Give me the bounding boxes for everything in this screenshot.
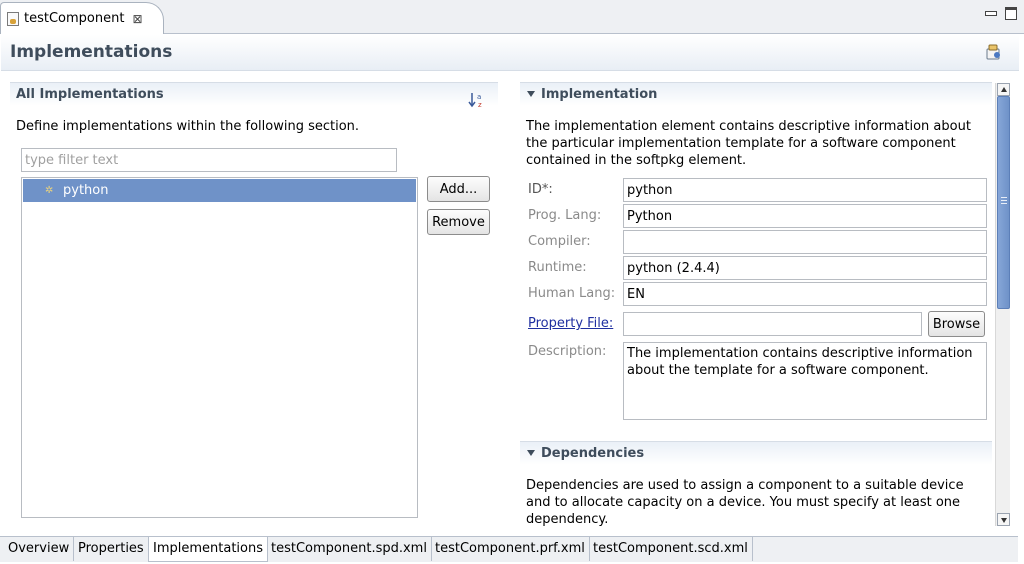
dependencies-description: Dependencies are used to assign a compon… — [526, 478, 964, 527]
help-icon[interactable] — [985, 43, 1003, 61]
all-implementations-title: All Implementations — [16, 87, 164, 102]
filter-input[interactable] — [21, 148, 397, 172]
prog-lang-label: Prog. Lang: — [528, 208, 602, 223]
collapse-triangle-icon[interactable] — [527, 91, 535, 97]
scroll-up-arrow-icon[interactable] — [997, 83, 1010, 96]
tab-spd-xml[interactable]: testComponent.spd.xml — [267, 537, 432, 561]
list-item[interactable]: ✲ python — [23, 179, 416, 202]
dependencies-section-header[interactable]: Dependencies — [520, 441, 992, 465]
tab-implementations[interactable]: Implementations — [148, 537, 268, 562]
vertical-scrollbar[interactable] — [995, 83, 1010, 526]
svg-text:z: z — [478, 101, 482, 109]
tab-prf-xml[interactable]: testComponent.prf.xml — [431, 537, 590, 561]
description-label: Description: — [528, 344, 607, 359]
svg-text:a: a — [477, 93, 481, 101]
details-pane: Implementation The implementation elemen… — [520, 82, 994, 528]
maximize-icon[interactable] — [1004, 6, 1017, 20]
human-lang-label: Human Lang: — [528, 286, 616, 301]
sort-alphabetically-icon[interactable]: a z — [468, 91, 486, 109]
implementation-section-header[interactable]: Implementation — [520, 82, 992, 106]
editor-tab-testcomponent[interactable]: testComponent ⊠ — [0, 2, 164, 34]
prog-lang-field[interactable] — [623, 204, 987, 228]
tab-scd-xml[interactable]: testComponent.scd.xml — [589, 537, 753, 561]
remove-button[interactable]: Remove — [427, 209, 490, 235]
compiler-label: Compiler: — [528, 234, 591, 249]
editor-tab-title: testComponent — [24, 11, 125, 26]
id-label: ID*: — [528, 182, 553, 197]
runtime-label: Runtime: — [528, 260, 587, 275]
close-icon[interactable]: ⊠ — [132, 12, 142, 26]
all-implementations-title-bar: All Implementations a z — [10, 82, 498, 109]
scroll-down-arrow-icon[interactable] — [997, 513, 1010, 526]
implementation-section-title: Implementation — [541, 87, 658, 102]
all-implementations-section: All Implementations a z Define implement… — [10, 82, 498, 522]
minimize-icon[interactable] — [984, 6, 997, 18]
property-file-link[interactable]: Property File: — [528, 316, 613, 331]
property-file-field[interactable] — [623, 312, 922, 336]
collapse-triangle-icon[interactable] — [527, 450, 535, 456]
tab-overview[interactable]: Overview — [4, 537, 75, 561]
runtime-field[interactable] — [623, 256, 987, 280]
add-button[interactable]: Add... — [427, 176, 490, 202]
tab-properties[interactable]: Properties — [74, 537, 149, 561]
compiler-field[interactable] — [623, 230, 987, 254]
form-header: Implementations — [1, 35, 1019, 71]
page-tabs: Overview Properties Implementations test… — [0, 536, 1018, 562]
human-lang-field[interactable] — [623, 282, 987, 306]
description-textarea[interactable]: The implementation contains descriptive … — [623, 342, 987, 420]
grip-icon — [1001, 197, 1007, 204]
scrollbar-thumb[interactable] — [997, 96, 1010, 309]
dependencies-section-title: Dependencies — [541, 446, 645, 461]
component-file-icon — [7, 11, 19, 26]
browse-button[interactable]: Browse — [928, 311, 985, 337]
window-controls — [984, 6, 1017, 20]
editor-tab-strip: testComponent ⊠ — [0, 0, 1024, 34]
implementation-description: The implementation element contains desc… — [526, 119, 971, 168]
gear-icon: ✲ — [45, 184, 54, 196]
list-item-label: python — [63, 183, 109, 198]
implementations-list[interactable]: ✲ python — [21, 177, 418, 518]
id-field[interactable] — [623, 178, 987, 202]
page-title: Implementations — [10, 42, 173, 62]
all-implementations-description: Define implementations within the follow… — [16, 119, 360, 134]
